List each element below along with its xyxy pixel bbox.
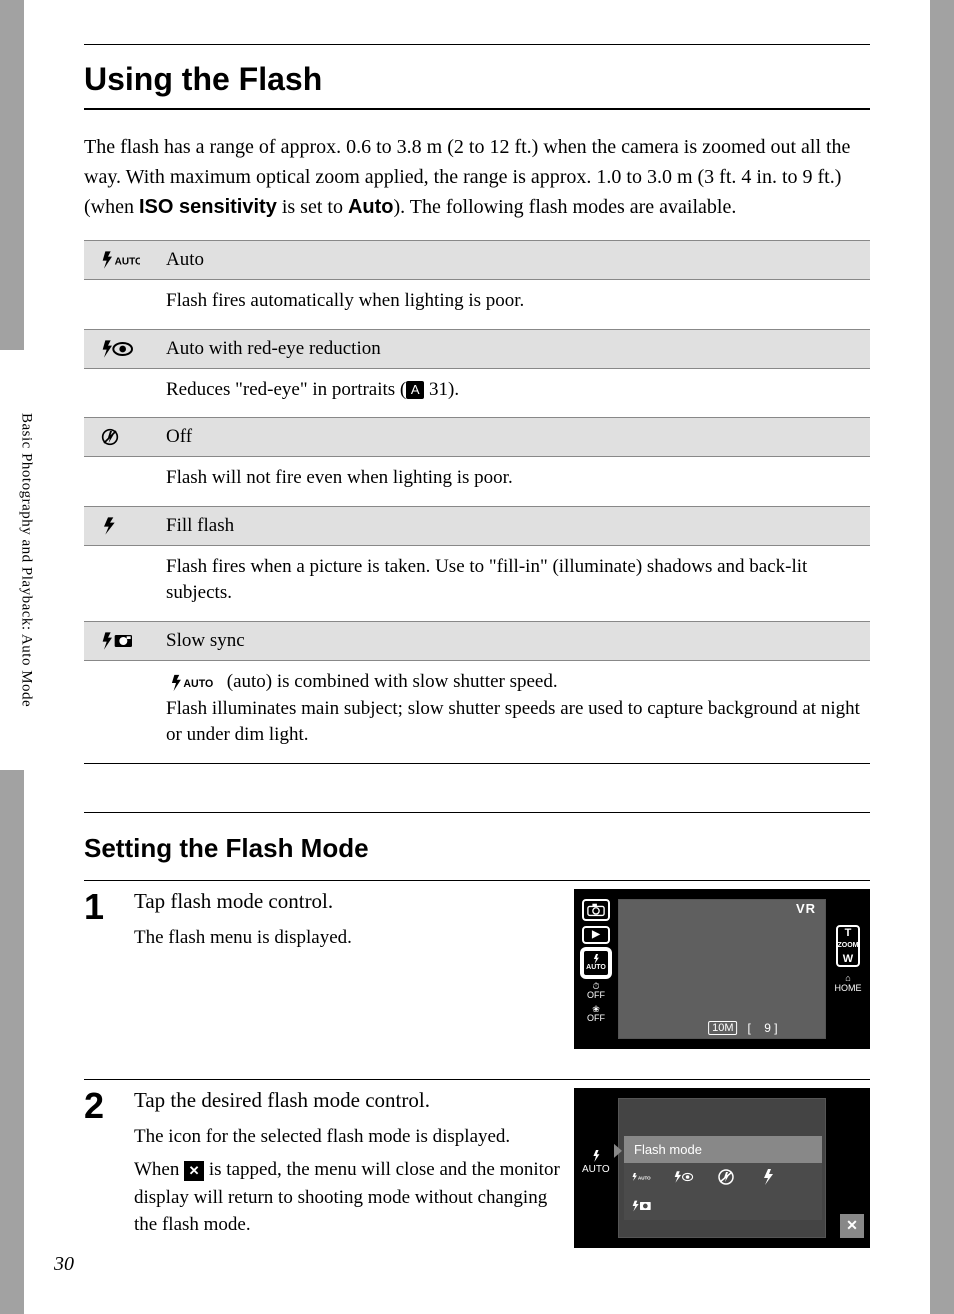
mode-desc: Flash fires automatically when lighting … xyxy=(156,280,870,330)
flash-redeye-option-icon xyxy=(674,1169,694,1186)
side-tab-label: Basic Photography and Playback: Auto Mod… xyxy=(18,413,35,707)
step-text: When ✕ is tapped, the menu will close an… xyxy=(134,1156,562,1239)
step-number: 1 xyxy=(84,889,122,925)
mode-name: Auto with red-eye reduction xyxy=(156,329,870,368)
menu-title: Flash mode xyxy=(624,1136,822,1163)
step-text: The icon for the selected flash mode is … xyxy=(134,1123,562,1151)
step-text: The flash menu is displayed. xyxy=(134,924,562,952)
mode-name: Off xyxy=(156,418,870,457)
flash-fill-option-icon xyxy=(758,1169,778,1186)
table-row: AUTO Auto xyxy=(84,241,870,280)
close-button-icon: ✕ xyxy=(840,1214,864,1238)
mode-name: Slow sync xyxy=(156,622,870,661)
step-title: Tap flash mode control. xyxy=(134,889,562,914)
flash-auto-icon: AUTO xyxy=(100,249,140,271)
zoom-control-icon: T ZOOM W xyxy=(836,925,860,967)
mode-desc: AUTO (auto) is combined with slow shutte… xyxy=(156,661,870,764)
table-row: AUTO (auto) is combined with slow shutte… xyxy=(84,661,870,764)
vr-icon: VR xyxy=(796,901,816,916)
flash-slow-icon xyxy=(100,630,140,652)
svg-text:AUTO: AUTO xyxy=(183,678,213,690)
table-row: Flash fires when a picture is taken. Use… xyxy=(84,545,870,621)
step-number: 2 xyxy=(84,1088,122,1124)
table-row: Slow sync xyxy=(84,622,870,661)
close-icon: ✕ xyxy=(184,1161,204,1181)
flash-off-option-icon xyxy=(716,1169,736,1186)
flash-auto-icon: AUTO xyxy=(166,674,222,692)
self-timer-off-icon: ⏱OFF xyxy=(587,982,605,1000)
side-tab: Basic Photography and Playback: Auto Mod… xyxy=(0,350,52,770)
camera-mode-icon xyxy=(582,899,610,921)
status-bar: 10M [ 9 ] xyxy=(708,1021,777,1035)
flash-auto-side-icon: AUTO xyxy=(582,1150,610,1175)
mode-desc: Flash fires when a picture is taken. Use… xyxy=(156,545,870,621)
flash-redeye-icon xyxy=(100,338,140,360)
page-number: 30 xyxy=(54,1253,74,1276)
table-row: Fill flash xyxy=(84,506,870,545)
table-row: Auto with red-eye reduction xyxy=(84,329,870,368)
flash-off-icon xyxy=(100,426,140,448)
flash-menu-illustration: AUTO Flash mode AUTO xyxy=(574,1088,870,1248)
mode-desc: Flash will not fire even when lighting i… xyxy=(156,457,870,507)
intro-paragraph: The flash has a range of approx. 0.6 to … xyxy=(84,132,870,222)
page-ref-icon: A xyxy=(406,381,424,399)
table-row: Reduces "red-eye" in portraits (A 31). xyxy=(84,368,870,418)
flash-fill-icon xyxy=(100,515,140,537)
svg-text:AUTO: AUTO xyxy=(115,257,140,268)
flash-slow-option-icon xyxy=(632,1197,652,1214)
step-2: 2 Tap the desired flash mode control. Th… xyxy=(84,1079,870,1248)
step-1: 1 Tap flash mode control. The flash menu… xyxy=(84,880,870,1049)
section-title: Setting the Flash Mode xyxy=(84,812,870,864)
macro-off-icon: ❀OFF xyxy=(587,1005,605,1023)
table-row: Off xyxy=(84,418,870,457)
svg-text:AUTO: AUTO xyxy=(638,1176,651,1181)
camera-screen-illustration: VR ▶ AUTO ⏱OFF ❀OFF xyxy=(574,889,870,1049)
page-title: Using the Flash xyxy=(84,55,870,110)
table-row: Flash will not fire even when lighting i… xyxy=(84,457,870,507)
flash-mode-menu: Flash mode AUTO xyxy=(624,1136,822,1220)
home-icon: ⌂HOME xyxy=(835,973,862,993)
flash-mode-control-icon: AUTO xyxy=(582,949,610,977)
table-row: Flash fires automatically when lighting … xyxy=(84,280,870,330)
playback-icon: ▶ xyxy=(582,926,610,944)
mode-desc: Reduces "red-eye" in portraits (A 31). xyxy=(156,368,870,418)
flash-auto-option-icon: AUTO xyxy=(632,1169,652,1186)
flash-modes-table: AUTO Auto Flash fires automatically when… xyxy=(84,240,870,764)
mode-name: Fill flash xyxy=(156,506,870,545)
mode-name: Auto xyxy=(156,241,870,280)
step-title: Tap the desired flash mode control. xyxy=(134,1088,562,1113)
